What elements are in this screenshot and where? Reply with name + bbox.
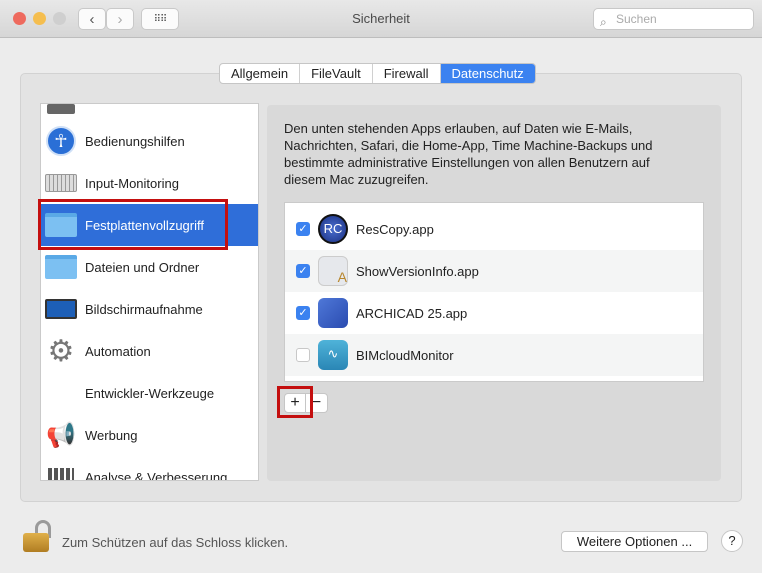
megaphone-icon: 📢 xyxy=(46,421,76,449)
sidebar-item-label: Bedienungshilfen xyxy=(85,133,185,149)
app-checkbox[interactable]: ✓ xyxy=(296,222,310,236)
lock-hint: Zum Schützen auf das Schloss klicken. xyxy=(62,535,289,550)
sidebar-item-entwickler-werkzeuge[interactable]: Entwickler-Werkzeuge xyxy=(41,372,258,414)
sidebar-item-analyse[interactable]: Analyse & Verbesserung xyxy=(41,456,258,481)
app-name: ShowVersionInfo.app xyxy=(356,263,479,279)
sidebar-item-label: Werbung xyxy=(85,427,138,443)
folder-icon xyxy=(45,251,77,283)
sidebar-item-input-monitoring[interactable]: Input-Monitoring xyxy=(41,162,258,204)
app-name: ResCopy.app xyxy=(356,221,434,237)
title-bar: ‹ › ⠿⠿ Sicherheit ⌕ Suchen xyxy=(0,0,762,38)
app-checkbox[interactable] xyxy=(296,348,310,362)
sidebar-item-label: Automation xyxy=(85,343,151,359)
keyboard-icon xyxy=(45,167,77,199)
bimcloudmonitor-app-icon: ∿ xyxy=(318,340,348,370)
more-options-button[interactable]: Weitere Optionen ... xyxy=(561,531,708,552)
sidebar-item-bedienungshilfen[interactable]: ☥ Bedienungshilfen xyxy=(41,120,258,162)
sidebar-item-label: Input-Monitoring xyxy=(85,175,179,191)
privacy-category-list[interactable]: ☥ Bedienungshilfen Input-Monitoring Festp… xyxy=(40,103,259,481)
sidebar-item-label: Dateien und Ordner xyxy=(85,259,200,275)
sidebar-item-label: Entwickler-Werkzeuge xyxy=(85,385,215,401)
help-button[interactable]: ? xyxy=(721,530,743,552)
sidebar-item-bildschirmaufnahme[interactable]: Bildschirmaufnahme xyxy=(41,288,258,330)
display-icon xyxy=(45,293,77,325)
app-row-showversioninfo[interactable]: ✓ A ShowVersionInfo.app xyxy=(285,250,703,292)
app-row-rescopy[interactable]: ✓ RC ResCopy.app xyxy=(285,208,703,250)
tab-datenschutz[interactable]: Datenschutz xyxy=(440,64,535,83)
app-checkbox[interactable]: ✓ xyxy=(296,306,310,320)
highlight-box xyxy=(277,386,313,418)
gear-icon: ⚙ xyxy=(47,334,75,368)
sidebar-item-werbung[interactable]: 📢 Werbung xyxy=(41,414,258,456)
sidebar-item-automation[interactable]: ⚙ Automation xyxy=(41,330,258,372)
showversioninfo-app-icon: A xyxy=(318,256,348,286)
archicad-app-icon xyxy=(318,298,348,328)
sidebar-item-label: Analyse & Verbesserung xyxy=(85,469,228,481)
search-placeholder: Suchen xyxy=(616,12,657,26)
sidebar-item-partial[interactable] xyxy=(41,104,258,120)
app-name: ARCHICAD 25.app xyxy=(356,305,468,321)
sidebar-item-label: Bildschirmaufnahme xyxy=(85,301,203,317)
tab-allgemein[interactable]: Allgemein xyxy=(220,64,301,83)
lock-icon[interactable] xyxy=(22,520,52,553)
app-list[interactable]: ✓ RC ResCopy.app ✓ A ShowVersionInfo.app ✓ AR… xyxy=(284,202,704,382)
tab-filevault[interactable]: FileVault xyxy=(300,64,373,83)
search-input[interactable]: ⌕ Suchen xyxy=(593,8,754,30)
chart-icon xyxy=(45,461,77,480)
search-icon: ⌕ xyxy=(600,15,607,29)
rescopy-app-icon: RC xyxy=(318,214,348,244)
tab-bar: Allgemein FileVault Firewall Datenschutz xyxy=(219,63,536,84)
highlight-box xyxy=(38,199,228,250)
app-row-bimcloudmonitor[interactable]: ∿ BIMcloudMonitor xyxy=(285,334,703,376)
accessibility-icon: ☥ xyxy=(45,125,77,157)
description-text: Den unten stehenden Apps erlauben, auf D… xyxy=(284,121,653,187)
app-name: BIMcloudMonitor xyxy=(356,347,454,363)
sidebar-item-dateien-und-ordner[interactable]: Dateien und Ordner xyxy=(41,246,258,288)
app-checkbox[interactable]: ✓ xyxy=(296,264,310,278)
app-row-archicad[interactable]: ✓ ARCHICAD 25.app xyxy=(285,292,703,334)
tab-firewall[interactable]: Firewall xyxy=(373,64,441,83)
